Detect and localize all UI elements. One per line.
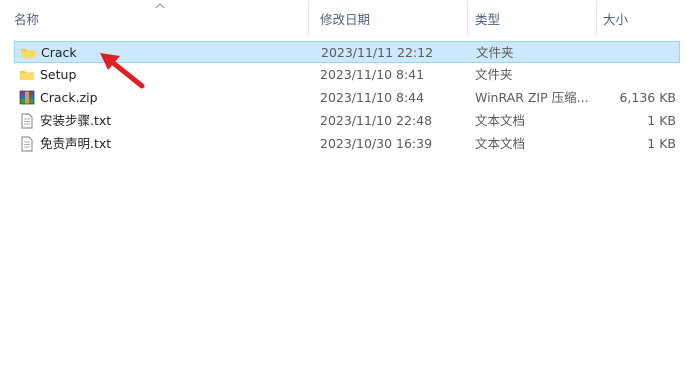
file-date: 2023/11/11 22:12 (321, 45, 434, 60)
folder-icon (21, 49, 35, 58)
file-size: 6,136 KB (619, 90, 676, 105)
column-header-bar: 名称 修改日期 类型 大小 (0, 0, 700, 38)
file-type: 文本文档 (475, 136, 526, 151)
file-date: 2023/10/30 16:39 (320, 136, 433, 151)
file-type: WinRAR ZIP 压缩... (475, 90, 589, 105)
file-row-install-steps-txt[interactable]: 安装步骤.txt 2023/11/10 22:48 文本文档 1 KB (14, 110, 680, 132)
file-name: 安装步骤.txt (40, 113, 112, 128)
file-type: 文件夹 (476, 45, 514, 60)
column-divider[interactable] (596, 2, 597, 36)
file-name: Crack.zip (40, 90, 98, 105)
text-file-icon (21, 113, 33, 129)
column-divider[interactable] (308, 2, 309, 36)
file-size: 1 KB (647, 136, 676, 151)
file-date: 2023/11/10 8:44 (320, 90, 425, 105)
column-divider[interactable] (467, 2, 468, 36)
file-date: 2023/11/10 22:48 (320, 113, 433, 128)
file-type: 文本文档 (475, 113, 526, 128)
winrar-archive-icon (19, 90, 35, 105)
file-name: 免责声明.txt (40, 136, 112, 151)
file-type: 文件夹 (475, 67, 513, 82)
column-header-type[interactable]: 类型 (475, 10, 500, 30)
folder-icon (20, 71, 34, 80)
column-header-name[interactable]: 名称 (14, 10, 39, 30)
file-name: Crack (41, 45, 77, 60)
file-row-disclaimer-txt[interactable]: 免责声明.txt 2023/10/30 16:39 文本文档 1 KB (14, 133, 680, 155)
file-row-crack-zip[interactable]: Crack.zip 2023/11/10 8:44 WinRAR ZIP 压缩.… (14, 87, 680, 109)
column-header-date[interactable]: 修改日期 (320, 10, 370, 30)
file-size: 1 KB (647, 113, 676, 128)
column-header-size[interactable]: 大小 (603, 10, 628, 30)
file-date: 2023/11/10 8:41 (320, 67, 425, 82)
file-name: Setup (40, 67, 77, 82)
text-file-icon (21, 136, 33, 152)
annotation-arrow-icon (100, 53, 145, 89)
sort-ascending-icon[interactable] (155, 2, 165, 10)
